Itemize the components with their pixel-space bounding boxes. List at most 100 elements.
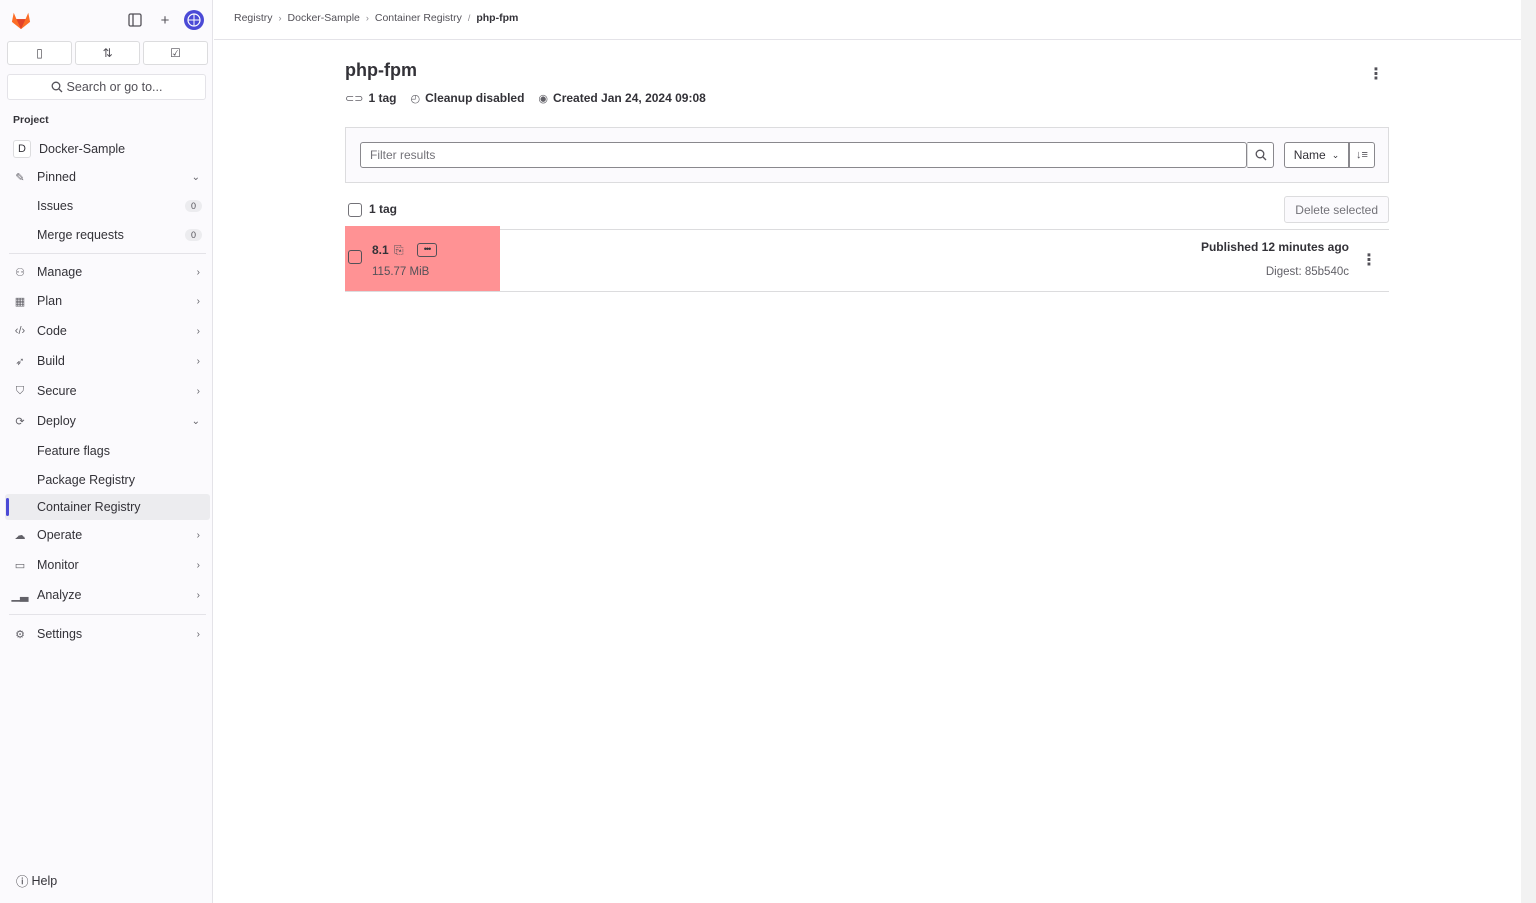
ellipsis-icon[interactable]: •••: [417, 243, 437, 257]
help-button[interactable]: ⓘ Help: [16, 871, 57, 890]
plus-icon[interactable]: +: [154, 9, 176, 31]
sidebar-item-plan[interactable]: ▦ Plan ›: [5, 286, 210, 316]
sidebar-item-build[interactable]: ➶ Build ›: [5, 346, 210, 376]
sidebar-item-label: Package Registry: [37, 473, 135, 487]
divider: [9, 253, 206, 254]
project-section-label: Project: [13, 114, 49, 126]
row-highlight: [345, 226, 500, 291]
sidebar-item-label: Monitor: [37, 558, 79, 572]
issues-icon: ▯: [36, 46, 43, 60]
sidebar-item-label: Plan: [37, 294, 63, 308]
calendar-icon: ▦: [14, 295, 26, 308]
thumbtack-icon: ✎: [15, 171, 25, 184]
chevron-right-icon: ›: [196, 559, 200, 571]
more-actions-icon[interactable]: ⋮: [1368, 64, 1384, 84]
search-button[interactable]: Search or go to...: [7, 74, 206, 100]
scrollbar[interactable]: [1521, 0, 1536, 903]
chevron-right-icon: ›: [196, 355, 200, 367]
merge-request-icon: ⇅: [102, 46, 113, 60]
sidebar-toggle-icon[interactable]: [124, 9, 146, 31]
cleanup-meta: ◴ Cleanup disabled: [410, 91, 524, 105]
breadcrumb-current[interactable]: php-fpm: [476, 12, 518, 24]
sidebar-item-label: Merge requests: [37, 228, 124, 242]
sidebar-item-analyze[interactable]: ▁▃ Analyze ›: [5, 580, 210, 610]
tag-name[interactable]: 8.1: [372, 243, 389, 257]
sidebar-item-manage[interactable]: ⚇ Manage ›: [5, 258, 210, 286]
sidebar-item-issues[interactable]: Issues 0: [5, 191, 210, 221]
sidebar-topbar: +: [0, 0, 212, 40]
filter-panel: Filter results Name ⌄ ↓≡: [345, 127, 1389, 183]
sidebar-item-monitor[interactable]: ▭ Monitor ›: [5, 550, 210, 580]
sidebar-item-code[interactable]: ‹/› Code ›: [5, 316, 210, 346]
gitlab-logo-icon[interactable]: [10, 10, 32, 30]
user-avatar[interactable]: [184, 10, 204, 30]
image-metadata: ⊂⊃ 1 tag ◴ Cleanup disabled ◉ Created Jan 2…: [345, 91, 706, 105]
sort-field-dropdown[interactable]: Name ⌄: [1284, 142, 1349, 168]
question-icon: ⓘ: [16, 875, 29, 889]
sidebar-item-project[interactable]: D Docker-Sample: [5, 135, 210, 163]
merge-requests-count-button[interactable]: ⇅: [75, 41, 140, 65]
breadcrumb-project[interactable]: Docker-Sample: [288, 12, 360, 24]
sidebar-item-label: Docker-Sample: [39, 142, 126, 156]
sidebar: + ▯ ⇅ ☑ Search or go to... Project D Doc…: [0, 0, 213, 903]
created-text: Created Jan 24, 2024 09:08: [553, 91, 706, 105]
sidebar-item-label: Settings: [37, 627, 83, 641]
settings-gear-icon: ⚙: [15, 628, 25, 641]
sort-lowest-icon: ↓≡: [1356, 149, 1368, 161]
sidebar-item-feature-flags[interactable]: Feature flags: [5, 436, 210, 466]
chevron-down-icon: ⌄: [191, 171, 200, 183]
sidebar-item-secure[interactable]: ⛉ Secure ›: [5, 376, 210, 406]
chart-icon: ▁▃: [11, 589, 29, 602]
issues-count-button[interactable]: ▯: [7, 41, 72, 65]
sidebar-item-container-registry[interactable]: Container Registry: [5, 494, 210, 520]
chevron-right-icon: ›: [196, 385, 200, 397]
count-badge: 0: [184, 200, 202, 212]
count-badge: 0: [184, 229, 202, 241]
sidebar-item-package-registry[interactable]: Package Registry: [5, 466, 210, 494]
tag-icon: ⊂⊃: [345, 93, 364, 105]
search-label: Search or go to...: [66, 80, 163, 94]
cloud-gear-icon: ☁: [14, 529, 26, 542]
chevron-right-icon: ›: [196, 295, 200, 307]
todos-count-button[interactable]: ☑: [143, 41, 208, 65]
sidebar-nav: D Docker-Sample ✎ Pinned ⌄ Issues 0 Merg…: [5, 135, 210, 649]
filter-search-button[interactable]: [1247, 142, 1274, 168]
code-icon: ‹/›: [14, 325, 26, 337]
breadcrumb-separator: /: [467, 13, 471, 23]
tags-list-header: 1 tag Delete selected: [345, 196, 1389, 230]
deploy-icon: ⟳: [15, 415, 25, 428]
digest: Digest: 85b540c: [1265, 266, 1349, 278]
sidebar-item-label: Feature flags: [37, 444, 110, 458]
filter-input[interactable]: Filter results: [360, 142, 1247, 168]
sidebar-item-merge-requests[interactable]: Merge requests 0: [5, 221, 210, 249]
sidebar-item-deploy[interactable]: ⟳ Deploy ⌄: [5, 406, 210, 436]
tag-size: 115.77 MiB: [372, 266, 430, 278]
table-row: 8.1 ⎘ ••• 115.77 MiB Published 12 minute…: [345, 226, 1389, 292]
sidebar-item-label: Analyze: [37, 588, 82, 602]
sidebar-item-label: Manage: [37, 265, 83, 279]
tags-count-label: 1 tag: [369, 202, 398, 216]
chevron-right-icon: ›: [196, 529, 200, 541]
sidebar-item-pinned[interactable]: ✎ Pinned ⌄: [5, 163, 210, 191]
cleanup-text: Cleanup disabled: [425, 91, 525, 105]
copy-icon[interactable]: ⎘: [394, 243, 404, 258]
sidebar-item-settings[interactable]: ⚙ Settings ›: [5, 619, 210, 649]
created-meta: ◉ Created Jan 24, 2024 09:08: [538, 91, 705, 105]
chevron-right-icon: ›: [196, 266, 200, 278]
sort-direction-button[interactable]: ↓≡: [1349, 142, 1375, 168]
todo-check-icon: ☑: [170, 46, 181, 60]
sidebar-item-operate[interactable]: ☁ Operate ›: [5, 520, 210, 550]
users-icon: ⚇: [15, 266, 25, 279]
select-all-checkbox[interactable]: [348, 203, 362, 217]
shield-icon: ⛉: [15, 384, 25, 397]
row-actions-icon[interactable]: ⋮: [1361, 250, 1377, 270]
monitor-icon: ▭: [14, 559, 26, 572]
delete-selected-button[interactable]: Delete selected: [1284, 196, 1389, 223]
breadcrumb-container-registry[interactable]: Container Registry: [375, 12, 462, 24]
page-title: php-fpm: [345, 60, 417, 80]
chevron-down-icon: ⌄: [1331, 149, 1340, 160]
breadcrumb-registry[interactable]: Registry: [234, 12, 273, 24]
row-checkbox[interactable]: [348, 250, 362, 264]
published-time: Published 12 minutes ago: [1200, 240, 1349, 254]
chevron-right-icon: ›: [196, 628, 200, 640]
